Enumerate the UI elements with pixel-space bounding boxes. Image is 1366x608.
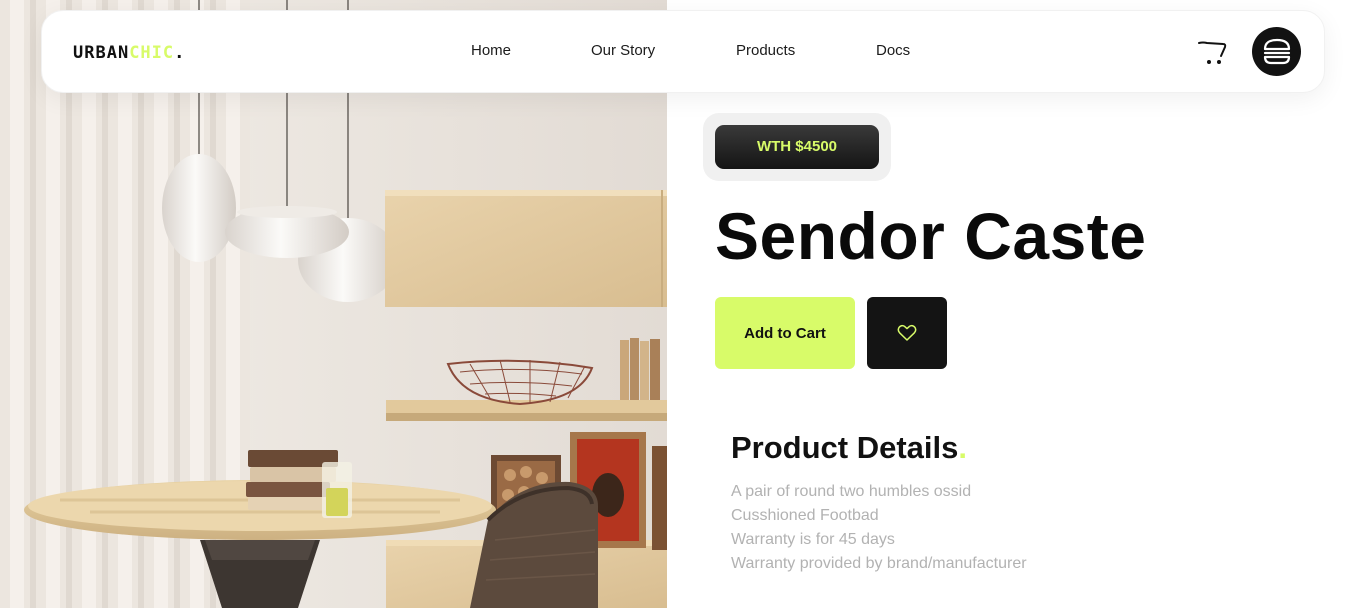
detail-item: A pair of round two humbles ossid [731,483,972,500]
burger-menu-icon [1263,38,1290,64]
brand-logo[interactable]: URBANCHIC. [73,41,185,65]
price-badge-container: WTH $4500 [703,113,891,181]
nav-link-our-story[interactable]: Our Story [591,41,655,61]
nav-link-products[interactable]: Products [736,41,795,61]
product-details-heading-text: Product Details [731,430,959,465]
add-to-cart-button[interactable]: Add to Cart [715,297,855,369]
price-badge: WTH $4500 [715,125,879,169]
detail-item: Warranty is for 45 days [731,531,895,548]
heart-icon [897,324,917,341]
navbar: URBANCHIC. Home Our Story Products Docs [41,10,1325,93]
logo-part-urban: URBAN [73,43,130,63]
product-details-heading-dot: . [958,430,968,465]
product-details-heading: Product Details. [731,428,967,468]
menu-button[interactable] [1252,27,1301,76]
cart-button[interactable] [1197,39,1229,67]
product-details-list: A pair of round two humbles ossid Cusshi… [731,480,1027,576]
nav-link-docs[interactable]: Docs [876,41,910,61]
detail-item: Cusshioned Footbad [731,507,879,524]
logo-dot: . [174,43,186,63]
nav-link-home[interactable]: Home [471,41,511,61]
detail-item: Warranty provided by brand/manufacturer [731,555,1027,572]
logo-part-chic: CHIC [129,43,175,63]
product-title: Sendor Caste [715,199,1147,273]
cart-icon [1198,41,1227,64]
wishlist-button[interactable] [867,297,947,369]
